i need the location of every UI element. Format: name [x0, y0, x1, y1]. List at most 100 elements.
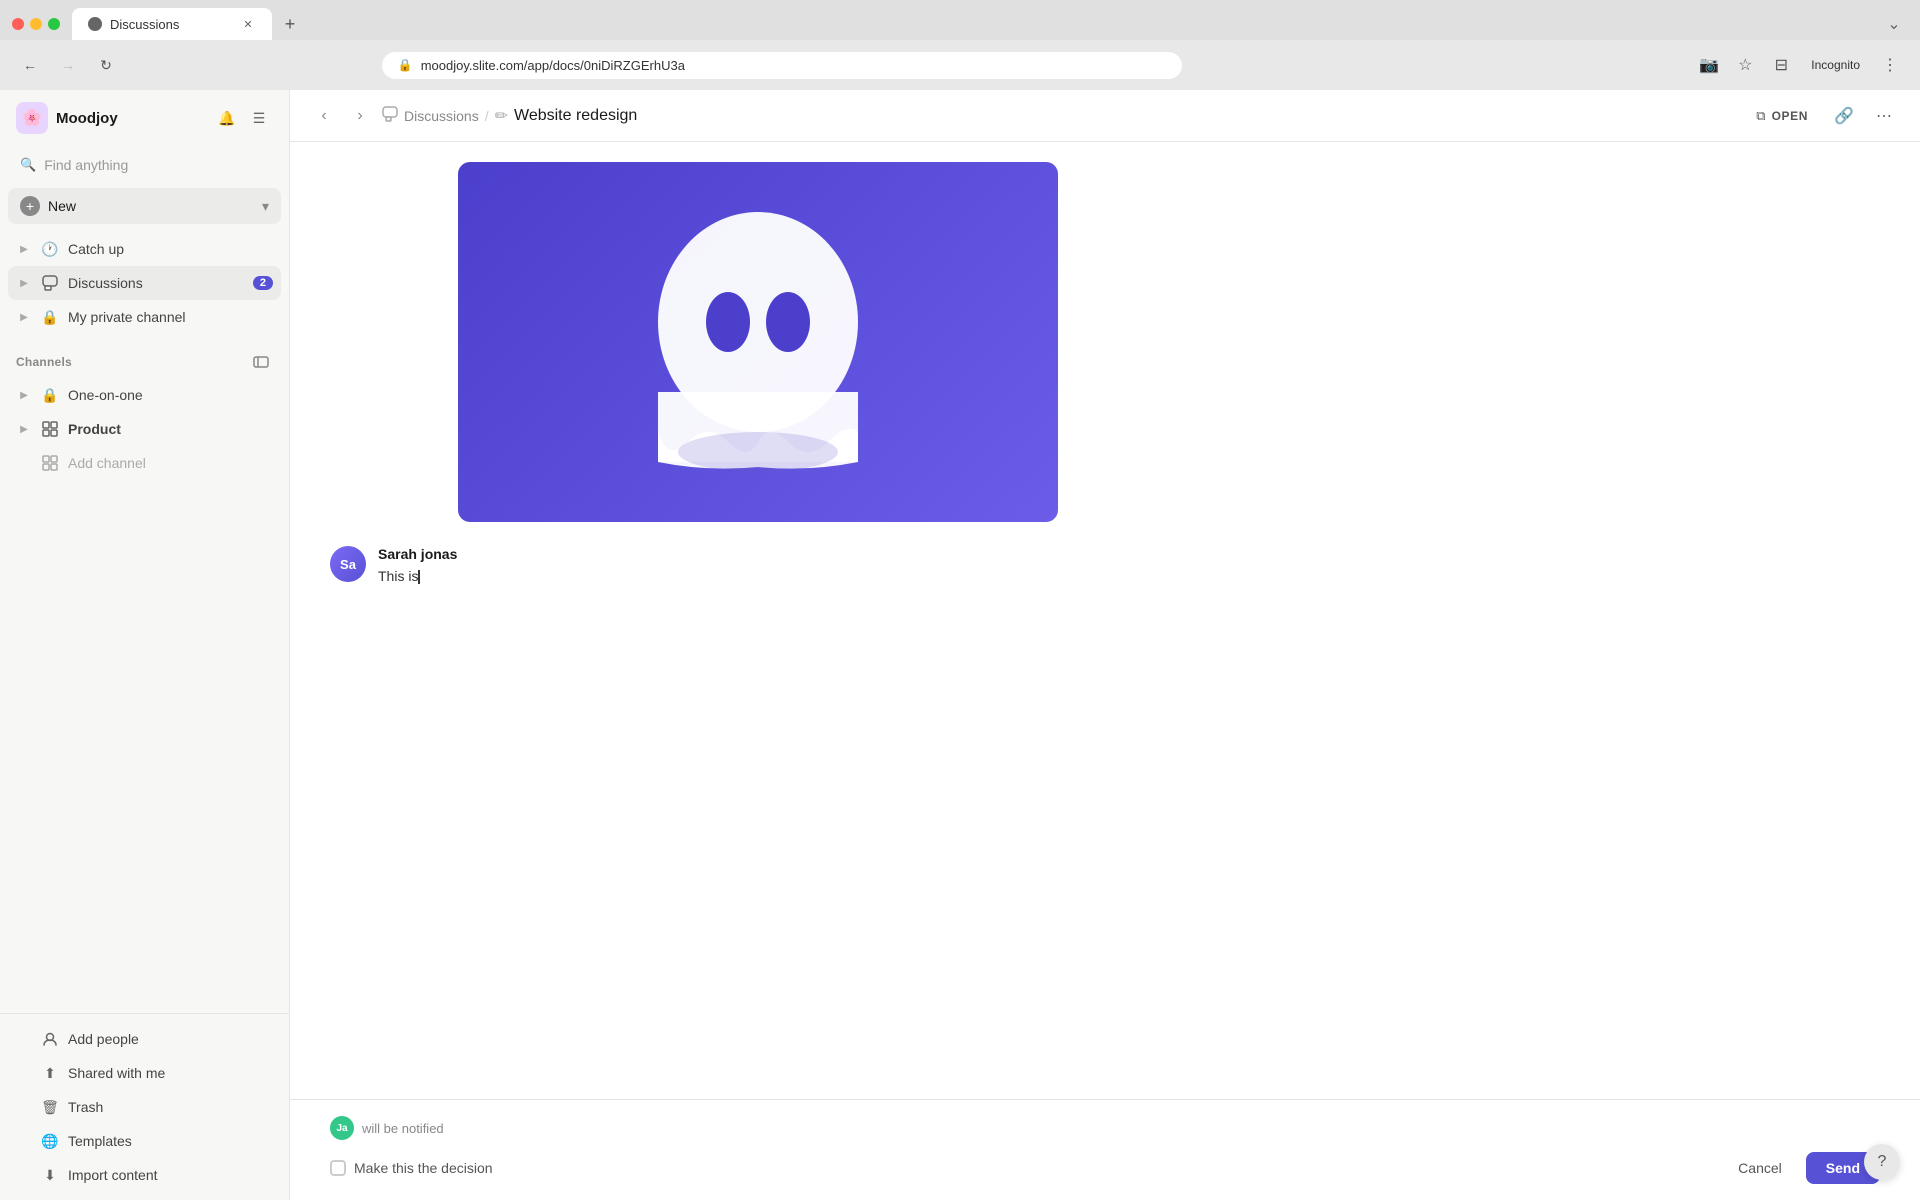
- decision-checkbox[interactable]: [330, 1160, 346, 1176]
- link-button[interactable]: 🔗: [1828, 100, 1860, 132]
- expand-icon: ▶: [16, 241, 32, 257]
- new-button[interactable]: + New ▾: [8, 188, 281, 224]
- expand-icon: ▶: [16, 309, 32, 325]
- url-bar[interactable]: 🔒 moodjoy.slite.com/app/docs/0niDiRZGErh…: [382, 52, 1182, 79]
- breadcrumb-current-label: Website redesign: [514, 107, 637, 125]
- more-browser-btn[interactable]: ⋮: [1876, 51, 1904, 79]
- catch-up-icon: 🕐: [40, 239, 60, 259]
- app: 🌸 Moodjoy 🔔 ☰ 🔍 Find anything + New ▾ ▶ …: [0, 90, 1920, 1200]
- spacer: [16, 1031, 32, 1047]
- content-header: ‹ › Discussions / ✏ Website redesign: [290, 90, 1920, 142]
- breadcrumb-current-icon: ✏: [495, 106, 508, 126]
- catch-up-label: Catch up: [68, 241, 273, 257]
- new-chevron-icon: ▾: [262, 198, 269, 215]
- sidebar-header-actions: 🔔 ☰: [213, 104, 273, 132]
- sidebar-item-discussions[interactable]: ▶ Discussions 2: [8, 266, 281, 300]
- spacer: [16, 1133, 32, 1149]
- reload-btn[interactable]: ↻: [92, 51, 120, 79]
- minimize-window-btn[interactable]: [30, 18, 42, 30]
- notified-row: Ja will be notified: [330, 1116, 1880, 1140]
- sidebar-item-trash[interactable]: 🗑 Trash: [8, 1090, 281, 1124]
- url-text: moodjoy.slite.com/app/docs/0niDiRZGErhU3…: [421, 58, 685, 73]
- content-area: ‹ › Discussions / ✏ Website redesign: [290, 90, 1920, 1200]
- templates-icon: 🌐: [40, 1131, 60, 1151]
- more-options-btn[interactable]: ⋯: [1868, 100, 1900, 132]
- tab-bar: Discussions ✕ + ⌄: [0, 0, 1920, 40]
- text-cursor: [418, 570, 420, 584]
- search-icon: 🔍: [20, 157, 36, 173]
- header-actions: ⧉ OPEN 🔗 ⋯: [1744, 100, 1900, 132]
- open-label: OPEN: [1772, 109, 1808, 123]
- forward-nav-btn[interactable]: ›: [346, 102, 374, 130]
- forward-btn[interactable]: →: [54, 51, 82, 79]
- notified-avatar: Ja: [330, 1116, 354, 1140]
- discussions-label: Discussions: [68, 275, 245, 291]
- sidebar-item-templates[interactable]: 🌐 Templates: [8, 1124, 281, 1158]
- new-tab-btn[interactable]: +: [276, 10, 304, 38]
- decision-label: Make this the decision: [354, 1160, 1714, 1176]
- tab-overflow-btn[interactable]: ⌄: [1880, 10, 1908, 38]
- sidebar-footer: Add people ⬆ Shared with me 🗑 Trash 🌐 Te…: [0, 1013, 289, 1200]
- sidebar-item-product[interactable]: ▶ Product: [8, 412, 281, 446]
- sidebar-header: 🌸 Moodjoy 🔔 ☰: [0, 90, 289, 146]
- browser-actions: 📷 ☆ ⊟ Incognito ⋮: [1695, 51, 1904, 79]
- templates-label: Templates: [68, 1133, 273, 1149]
- profile-icon[interactable]: Incognito: [1803, 51, 1868, 79]
- sidebar-search: 🔍 Find anything: [0, 146, 289, 188]
- notified-text: will be notified: [362, 1121, 444, 1136]
- channels-action-btn[interactable]: [249, 350, 273, 374]
- sidebar-item-add-channel[interactable]: Add channel: [8, 446, 281, 480]
- tab-title: Discussions: [110, 17, 179, 32]
- back-btn[interactable]: ←: [16, 51, 44, 79]
- workspace-name: Moodjoy: [56, 110, 205, 127]
- sidebar-item-one-on-one[interactable]: ▶ 🔒 One-on-one: [8, 378, 281, 412]
- notifications-btn[interactable]: 🔔: [213, 104, 241, 132]
- sidebar-item-import-content[interactable]: ⬇ Import content: [8, 1158, 281, 1192]
- new-plus-icon: +: [20, 196, 40, 216]
- sidebar-item-catch-up[interactable]: ▶ 🕐 Catch up: [8, 232, 281, 266]
- channels-title: Channels: [16, 355, 245, 369]
- bookmark-icon[interactable]: ☆: [1731, 51, 1759, 79]
- message-content: This is: [378, 568, 418, 584]
- product-icon: [40, 419, 60, 439]
- my-private-channel-label: My private channel: [68, 309, 273, 325]
- incognito-label: Incognito: [1811, 58, 1860, 72]
- maximize-window-btn[interactable]: [48, 18, 60, 30]
- message-body: Sarah jonas This is: [378, 546, 1880, 587]
- discussions-icon: [40, 273, 60, 293]
- author-avatar: Sa: [330, 546, 366, 582]
- image-container: Sa: [290, 162, 1920, 538]
- active-tab[interactable]: Discussions ✕: [72, 8, 272, 40]
- split-view-icon[interactable]: ⊟: [1767, 51, 1795, 79]
- lock-icon: 🔒: [398, 58, 413, 72]
- trash-icon: 🗑: [40, 1097, 60, 1117]
- open-button[interactable]: ⧉ OPEN: [1744, 102, 1820, 130]
- spacer: [16, 1099, 32, 1115]
- sidebar-item-my-private-channel[interactable]: ▶ 🔒 My private channel: [8, 300, 281, 334]
- camera-icon[interactable]: 📷: [1695, 51, 1723, 79]
- browser-chrome: Discussions ✕ + ⌄ ← → ↻ 🔒 moodjoy.slite.…: [0, 0, 1920, 90]
- close-window-btn[interactable]: [12, 18, 24, 30]
- sidebar-item-shared-with-me[interactable]: ⬆ Shared with me: [8, 1056, 281, 1090]
- decision-row: Make this the decision Cancel Send: [330, 1152, 1880, 1184]
- breadcrumb: Discussions / ✏ Website redesign: [382, 106, 1736, 126]
- sidebar-item-add-people[interactable]: Add people: [8, 1022, 281, 1056]
- add-people-icon: [40, 1029, 60, 1049]
- shared-with-me-icon: ⬆: [40, 1063, 60, 1083]
- back-nav-btn[interactable]: ‹: [310, 102, 338, 130]
- product-label: Product: [68, 421, 273, 437]
- thread-content: Sa: [290, 142, 1920, 1099]
- message-group: Sa Sarah jonas This is: [290, 538, 1920, 595]
- breadcrumb-separator: /: [485, 108, 489, 124]
- help-button[interactable]: ?: [1864, 1144, 1900, 1180]
- search-btn[interactable]: 🔍 Find anything: [8, 150, 281, 180]
- sidebar-nav: ▶ 🕐 Catch up ▶ Discussions 2 ▶ 🔒 My priv: [0, 232, 289, 1013]
- toggle-sidebar-btn[interactable]: ☰: [245, 104, 273, 132]
- cancel-button[interactable]: Cancel: [1722, 1152, 1798, 1184]
- tab-close-btn[interactable]: ✕: [240, 16, 256, 32]
- breadcrumb-parent-label: Discussions: [404, 108, 479, 124]
- add-channel-icon: [40, 453, 60, 473]
- breadcrumb-parent[interactable]: Discussions: [382, 106, 479, 125]
- channels-section-header: Channels: [8, 334, 281, 378]
- add-channel-label: Add channel: [68, 455, 273, 471]
